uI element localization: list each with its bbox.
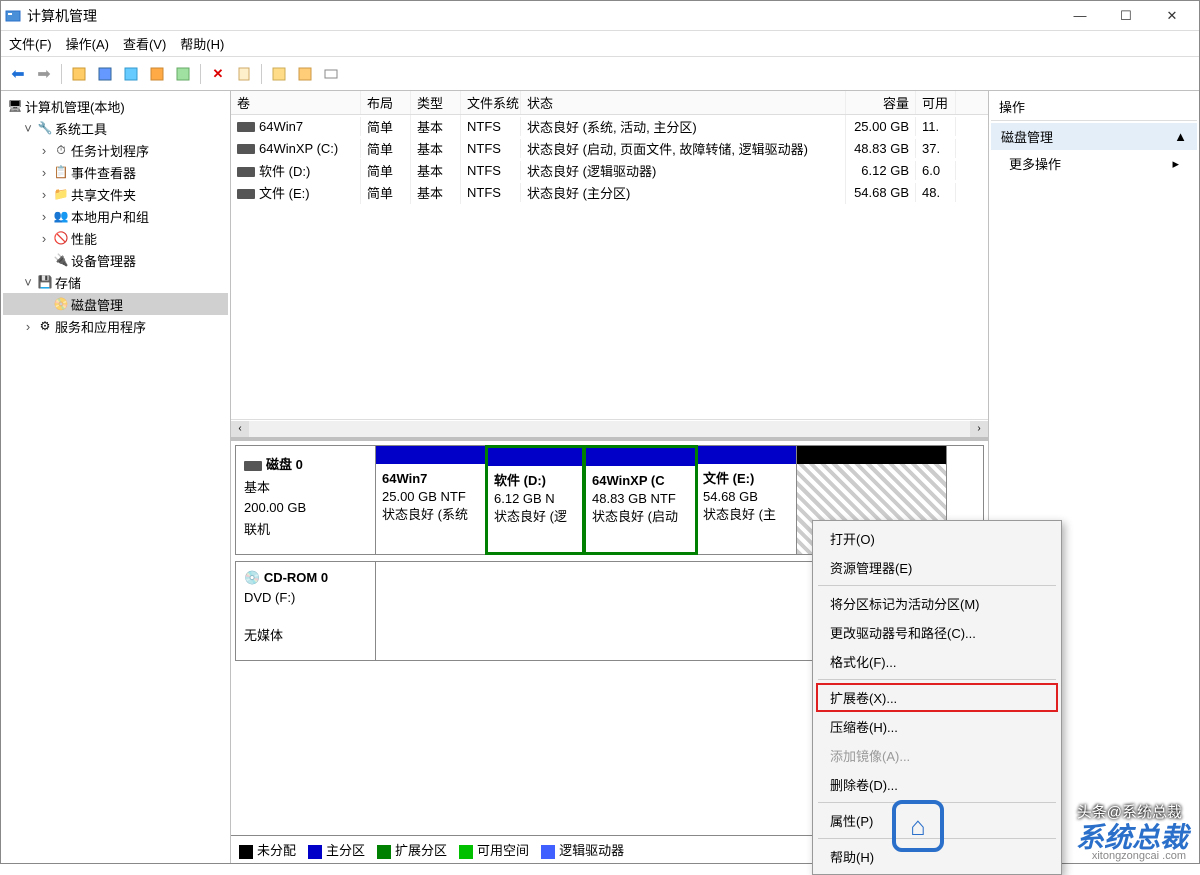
tree-local-users[interactable]: ›👥本地用户和组	[3, 205, 228, 227]
tree-task-scheduler[interactable]: ›⏱任务计划程序	[3, 139, 228, 161]
tb-icon-8[interactable]	[294, 63, 316, 85]
tb-icon-3[interactable]	[120, 63, 142, 85]
cm-shrink-volume[interactable]: 压缩卷(H)...	[816, 712, 1058, 741]
nav-tree: 🖥计算机管理(本地) ˅🔧系统工具 ›⏱任务计划程序 ›📋事件查看器 ›📁共享文…	[1, 91, 231, 863]
tree-services[interactable]: ›⚙服务和应用程序	[3, 315, 228, 337]
volume-list: 卷 布局 类型 文件系统 状态 容量 可用 64Win7简单基本NTFS状态良好…	[231, 91, 988, 441]
menu-view[interactable]: 查看(V)	[123, 34, 166, 53]
app-icon	[5, 8, 21, 24]
cdrom-label[interactable]: 💿 CD-ROM 0 DVD (F:) 无媒体	[236, 562, 376, 660]
cdrom-icon: 💿	[244, 570, 260, 585]
cm-extend-volume[interactable]: 扩展卷(X)...	[816, 683, 1058, 712]
col-type[interactable]: 类型	[411, 91, 461, 114]
tb-icon-7[interactable]	[268, 63, 290, 85]
tree-root[interactable]: 🖥计算机管理(本地)	[3, 95, 228, 117]
collapse-icon: ▲	[1174, 129, 1187, 144]
volume-row[interactable]: 64WinXP (C:)简单基本NTFS状态良好 (启动, 页面文件, 故障转储…	[231, 137, 988, 159]
partition[interactable]: 64WinXP (C48.83 GB NTF状态良好 (启动	[583, 445, 698, 555]
minimize-button[interactable]: —	[1057, 2, 1103, 30]
cm-mark-active[interactable]: 将分区标记为活动分区(M)	[816, 589, 1058, 618]
cm-open[interactable]: 打开(O)	[816, 524, 1058, 553]
toolbar: ⬅ ➡ ✕	[1, 57, 1199, 91]
tree-shared-folders[interactable]: ›📁共享文件夹	[3, 183, 228, 205]
titlebar: 计算机管理 — ☐ ✕	[1, 1, 1199, 31]
cm-delete-volume[interactable]: 删除卷(D)...	[816, 770, 1058, 799]
col-free[interactable]: 可用	[916, 91, 956, 114]
col-volume[interactable]: 卷	[231, 91, 361, 114]
cm-explorer[interactable]: 资源管理器(E)	[816, 553, 1058, 582]
scroll-right-icon[interactable]: ›	[970, 421, 988, 437]
volume-row[interactable]: 64Win7简单基本NTFS状态良好 (系统, 活动, 主分区)25.00 GB…	[231, 115, 988, 137]
tb-icon-6[interactable]	[233, 63, 255, 85]
col-fs[interactable]: 文件系统	[461, 91, 521, 114]
actions-header: 操作	[991, 93, 1197, 121]
partition[interactable]: 64Win725.00 GB NTF状态良好 (系统	[376, 446, 486, 554]
col-layout[interactable]: 布局	[361, 91, 411, 114]
disk-icon	[244, 461, 262, 471]
h-scrollbar[interactable]: ‹ ›	[231, 419, 988, 437]
delete-icon[interactable]: ✕	[207, 63, 229, 85]
actions-more[interactable]: 更多操作▸	[991, 150, 1197, 177]
watermark-icon: ⌂	[892, 800, 944, 852]
tree-disk-management[interactable]: 📀磁盘管理	[3, 293, 228, 315]
tree-event-viewer[interactable]: ›📋事件查看器	[3, 161, 228, 183]
tb-icon-9[interactable]	[320, 63, 342, 85]
menubar: 文件(F) 操作(A) 查看(V) 帮助(H)	[1, 31, 1199, 57]
tree-system-tools[interactable]: ˅🔧系统工具	[3, 117, 228, 139]
tb-icon-2[interactable]	[94, 63, 116, 85]
tree-storage[interactable]: ˅💾存储	[3, 271, 228, 293]
partition[interactable]: 软件 (D:)6.12 GB N状态良好 (逻	[485, 445, 585, 555]
window-title: 计算机管理	[27, 6, 1057, 26]
tb-icon-5[interactable]	[172, 63, 194, 85]
close-button[interactable]: ✕	[1149, 2, 1195, 30]
menu-action[interactable]: 操作(A)	[66, 34, 109, 53]
tb-icon-1[interactable]	[68, 63, 90, 85]
watermark-toutiao: 头条@系统总裁	[1077, 801, 1182, 822]
menu-help[interactable]: 帮助(H)	[180, 34, 224, 53]
col-capacity[interactable]: 容量	[846, 91, 916, 114]
volume-row[interactable]: 软件 (D:)简单基本NTFS状态良好 (逻辑驱动器)6.12 GB6.0	[231, 159, 988, 181]
tree-device-manager[interactable]: 🔌设备管理器	[3, 249, 228, 271]
chevron-right-icon: ▸	[1172, 156, 1179, 172]
volume-row[interactable]: 文件 (E:)简单基本NTFS状态良好 (主分区)54.68 GB48.	[231, 181, 988, 203]
actions-section[interactable]: 磁盘管理▲	[991, 123, 1197, 150]
cm-add-mirror: 添加镜像(A)...	[816, 741, 1058, 770]
forward-button[interactable]: ➡	[33, 63, 55, 85]
tb-icon-4[interactable]	[146, 63, 168, 85]
col-status[interactable]: 状态	[521, 91, 846, 114]
tree-performance[interactable]: ›🚫性能	[3, 227, 228, 249]
volume-list-header: 卷 布局 类型 文件系统 状态 容量 可用	[231, 91, 988, 115]
partition[interactable]: 文件 (E:)54.68 GB状态良好 (主	[697, 446, 797, 554]
cm-format[interactable]: 格式化(F)...	[816, 647, 1058, 676]
watermark-sub: xitongzongcai .com	[1092, 850, 1186, 862]
maximize-button[interactable]: ☐	[1103, 2, 1149, 30]
menu-file[interactable]: 文件(F)	[9, 34, 52, 53]
disk-0-label[interactable]: 磁盘 0 基本 200.00 GB 联机	[236, 446, 376, 554]
back-button[interactable]: ⬅	[7, 63, 29, 85]
cm-change-letter[interactable]: 更改驱动器号和路径(C)...	[816, 618, 1058, 647]
scroll-left-icon[interactable]: ‹	[231, 421, 249, 437]
